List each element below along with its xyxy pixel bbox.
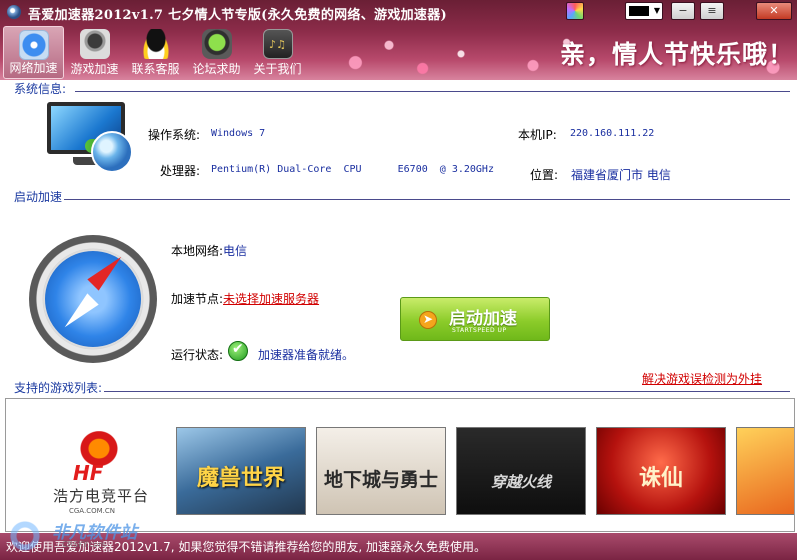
watermark-url: CRSKY.com (62, 540, 107, 549)
platform-mark-text: HF (73, 461, 104, 485)
start-accelerate-button[interactable]: 启动加速 STARTSPEED UP (400, 297, 550, 341)
color-picker-select[interactable]: ▼ (625, 2, 663, 20)
fix-detection-link[interactable]: 解决游戏误检测为外挂 (642, 370, 762, 387)
nav-forum-help[interactable]: 论坛求助 (186, 26, 247, 79)
color-swatch (629, 6, 649, 16)
game-title: 穿越火线 (490, 473, 551, 491)
games-heading: 支持的游戏列表: (14, 381, 103, 395)
status-value: 加速器准备就绪。 (258, 348, 355, 362)
skin-palette-icon[interactable] (566, 2, 584, 20)
platform-logo[interactable]: HF 浩方电竞平台 CGA.COM.CN (53, 427, 148, 519)
monitor-globe-icon (45, 97, 137, 177)
compass-icon (29, 235, 157, 363)
nav-label: 论坛求助 (192, 62, 241, 76)
section-divider (64, 199, 790, 200)
forum-icon (201, 29, 232, 59)
watermark-swirl-icon (2, 516, 48, 556)
game-item-partial[interactable] (736, 427, 794, 515)
select-node-link[interactable]: 未选择加速服务器 (223, 292, 319, 306)
section-divider (75, 91, 790, 92)
close-button[interactable]: ✕ (756, 2, 792, 20)
game-item-zhuxian[interactable]: 诛仙 (596, 427, 726, 515)
location-label: 位置: (530, 168, 559, 182)
ip-label: 本机IP: (518, 128, 557, 142)
nav-about-us[interactable]: 关于我们 (247, 26, 308, 79)
nav-label: 联系客服 (131, 62, 180, 76)
status-label: 运行状态: (171, 348, 224, 362)
game-title: 地下城与勇士 (323, 469, 438, 491)
about-icon (262, 29, 293, 59)
os-label: 操作系统: (148, 128, 201, 142)
nav-label: 网络加速 (9, 61, 58, 75)
node-row: 加速节点:未选择加速服务器 (171, 290, 319, 307)
title-banner: 吾爱加速器2012v1.7 七夕情人节专版(永久免费的网络、游戏加速器) ▼ −… (0, 0, 797, 80)
window-title: 吾爱加速器2012v1.7 七夕情人节专版(永久免费的网络、游戏加速器) (28, 8, 447, 23)
nav-label: 游戏加速 (70, 62, 119, 76)
game-item-crossfire[interactable]: 穿越火线 (456, 427, 586, 515)
cpu-label: 处理器: (160, 164, 201, 178)
ip-value: 220.160.111.22 (570, 128, 655, 139)
site-watermark: 非凡软件站 CRSKY.com (2, 510, 177, 560)
nav-network-accelerate[interactable]: 网络加速 (3, 26, 64, 79)
game-item-wow[interactable]: 魔兽世界 (176, 427, 306, 515)
gamepad-icon (79, 29, 110, 59)
system-info-heading: 系统信息: (14, 82, 67, 96)
node-label: 加速节点: (171, 292, 224, 306)
main-nav: 网络加速 游戏加速 联系客服 论坛求助 关于我们 (3, 26, 308, 80)
cpu-value: Pentium(R) Dual-Core CPU E6700 @ 3.20GHz (211, 164, 494, 175)
app-logo-icon (7, 5, 21, 19)
location-value: 福建省厦门市 电信 (571, 168, 671, 182)
accelerate-heading: 启动加速 (14, 190, 63, 204)
start-button-sublabel: STARTSPEED UP (452, 327, 507, 334)
nav-label: 关于我们 (253, 62, 302, 76)
nav-game-accelerate[interactable]: 游戏加速 (64, 26, 125, 79)
qq-penguin-icon (140, 29, 171, 59)
start-button-label: 启动加速 (449, 309, 517, 329)
globe (91, 131, 133, 173)
local-network-label: 本地网络: (171, 244, 224, 258)
game-item-dnf[interactable]: 地下城与勇士 (316, 427, 446, 515)
os-value: Windows 7 (211, 128, 266, 139)
arrow-right-icon (419, 311, 437, 329)
game-title: 诛仙 (638, 465, 683, 491)
nav-contact-support[interactable]: 联系客服 (125, 26, 186, 79)
banner-slogan: 亲，情人节快乐哦！ (560, 40, 795, 69)
section-divider (104, 391, 790, 392)
chevron-down-icon: ▼ (653, 6, 660, 15)
minimize-button[interactable]: − (671, 2, 695, 20)
local-network-row: 本地网络:电信 (171, 242, 247, 259)
platform-name: 浩方电竞平台 (53, 487, 150, 505)
local-network-value: 电信 (223, 244, 248, 258)
check-icon (228, 341, 248, 361)
compass-icon (18, 30, 49, 60)
game-title: 魔兽世界 (196, 465, 285, 491)
settings-button[interactable]: ≡ (700, 2, 724, 20)
